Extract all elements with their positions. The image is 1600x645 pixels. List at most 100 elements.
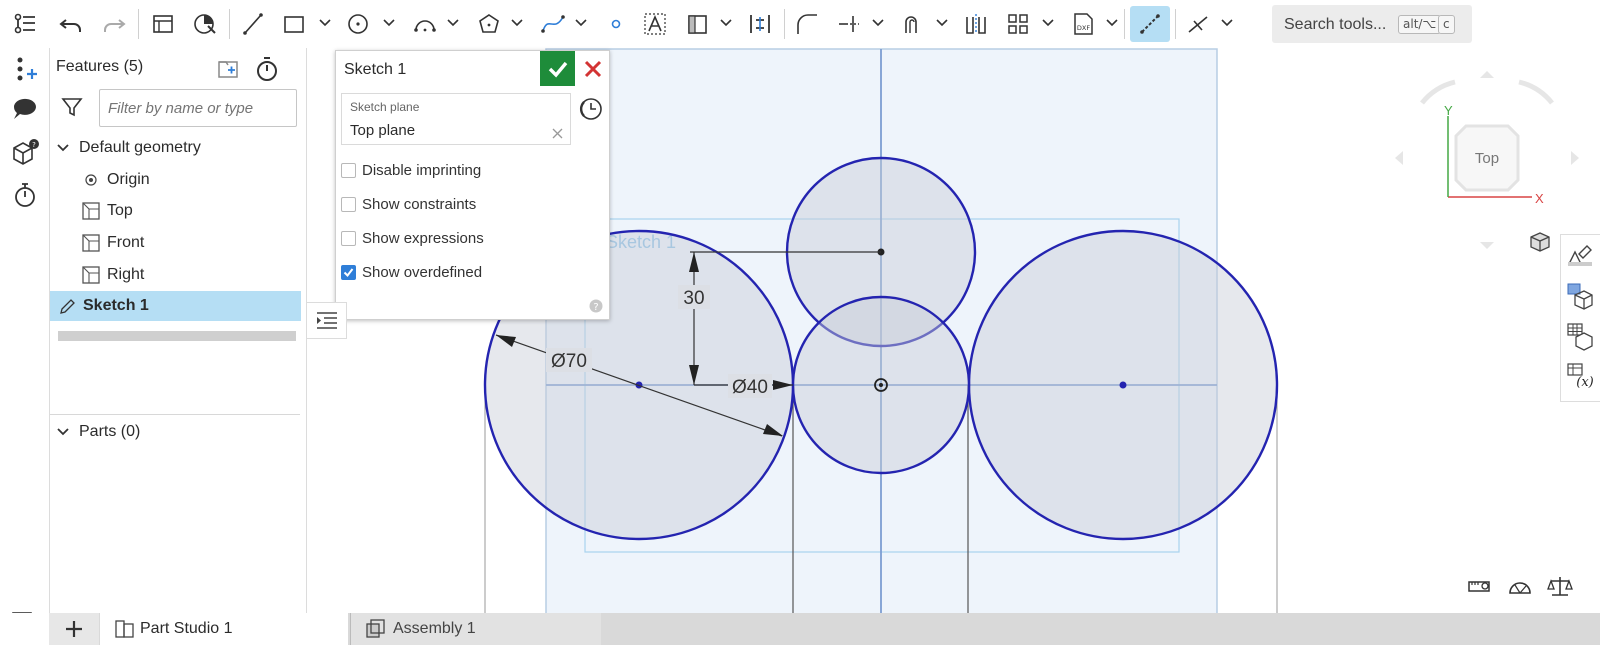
comment-icon[interactable]: [10, 94, 40, 124]
measure-tool-icon[interactable]: [1467, 573, 1493, 599]
use-icon[interactable]: [680, 7, 714, 41]
polygon-icon[interactable]: [472, 7, 506, 41]
redo-icon[interactable]: [97, 7, 131, 41]
accept-button[interactable]: [540, 51, 575, 86]
cancel-button[interactable]: [576, 51, 609, 86]
view-cube-rotate-left[interactable]: [1420, 79, 1456, 105]
snap-dropdown-chevron-icon[interactable]: [1220, 16, 1234, 30]
filter-icon[interactable]: [60, 95, 84, 119]
plane-icon: [82, 234, 100, 252]
add-folder-icon[interactable]: [216, 56, 242, 82]
variable-table-icon[interactable]: (x): [1565, 361, 1595, 391]
disable-imprinting-option[interactable]: Disable imprinting: [341, 159, 481, 181]
angle-measure-icon[interactable]: [1507, 573, 1533, 599]
tab-part-studio-1[interactable]: Part Studio 1: [100, 613, 348, 645]
rollback-timer-icon[interactable]: [10, 180, 40, 210]
use-dropdown-chevron-icon[interactable]: [719, 16, 733, 30]
tree-item-sketch-1[interactable]: Sketch 1: [50, 291, 301, 321]
chevron-down-icon[interactable]: [56, 425, 70, 439]
polygon-dropdown-chevron-icon[interactable]: [510, 16, 524, 30]
insert-feature-icon[interactable]: [10, 54, 40, 84]
spline-icon[interactable]: [536, 7, 570, 41]
rectangle-icon[interactable]: [277, 7, 311, 41]
dimension-d70-label[interactable]: Ø70: [551, 351, 587, 372]
disable-imprinting-checkbox[interactable]: [341, 162, 356, 178]
show-constraints-option[interactable]: Show constraints: [341, 193, 476, 215]
tree-item-label: Right: [107, 266, 145, 283]
search-tools-button[interactable]: Search tools... alt/⌥ c: [1272, 5, 1472, 43]
dxf-dropdown-chevron-icon[interactable]: [1105, 16, 1119, 30]
view-cube-menu-icon[interactable]: [1528, 230, 1552, 254]
trim-dropdown-chevron-icon[interactable]: [871, 16, 885, 30]
appearance-icon[interactable]: [1565, 240, 1595, 270]
tree-item-right[interactable]: Right: [50, 260, 300, 290]
point-icon[interactable]: [599, 7, 633, 41]
show-expressions-option[interactable]: Show expressions: [341, 227, 484, 249]
view-cube-rotate-right[interactable]: [1518, 79, 1554, 105]
arc-dropdown-chevron-icon[interactable]: [446, 16, 460, 30]
mass-properties-icon[interactable]: [1565, 281, 1595, 311]
circle-dropdown-chevron-icon[interactable]: [382, 16, 396, 30]
undo-icon[interactable]: [54, 7, 88, 41]
tree-item-origin[interactable]: Origin: [50, 165, 300, 195]
checkmark-icon: [548, 61, 567, 78]
pattern-dropdown-chevron-icon[interactable]: [1041, 16, 1055, 30]
default-geometry-group[interactable]: Default geometry: [50, 133, 300, 163]
rectangle-dropdown-chevron-icon[interactable]: [318, 16, 332, 30]
dxf-icon[interactable]: DXF: [1066, 7, 1100, 41]
show-constraints-checkbox[interactable]: [341, 196, 356, 212]
extrude-icon[interactable]: [188, 7, 222, 41]
rollback-stopwatch-icon[interactable]: [254, 55, 280, 83]
dimension-30-label[interactable]: 30: [683, 288, 704, 309]
new-sketch-icon[interactable]: [146, 7, 180, 41]
history-clock-icon[interactable]: [578, 96, 604, 122]
tree-item-top[interactable]: Top: [50, 196, 300, 226]
tab-assembly-1[interactable]: Assembly 1: [350, 613, 601, 645]
offset-icon[interactable]: [896, 7, 930, 41]
center-point[interactable]: [1119, 381, 1127, 389]
view-cube-down-arrow[interactable]: [1480, 242, 1494, 249]
circle-icon[interactable]: [341, 7, 375, 41]
view-cube[interactable]: Top X Y: [1395, 71, 1579, 249]
line-icon[interactable]: [236, 7, 270, 41]
spline-dropdown-chevron-icon[interactable]: [574, 16, 588, 30]
view-cube-label: Top: [1475, 150, 1499, 167]
feature-list-toggle-icon[interactable]: [8, 7, 42, 41]
view-cube-right-arrow[interactable]: [1571, 151, 1579, 165]
help-icon[interactable]: ?: [589, 299, 603, 313]
construction-icon[interactable]: [1130, 6, 1170, 42]
show-overdefined-option[interactable]: Show overdefined: [341, 261, 482, 283]
tree-item-label: Origin: [107, 171, 150, 188]
parts-group[interactable]: Parts (0): [50, 417, 300, 447]
x-axis-label: X: [1535, 191, 1544, 206]
text-icon[interactable]: [638, 7, 672, 41]
offset-dropdown-chevron-icon[interactable]: [935, 16, 949, 30]
trim-icon[interactable]: [832, 7, 866, 41]
chevron-down-icon[interactable]: [56, 141, 70, 155]
snap-icon[interactable]: [1181, 7, 1215, 41]
sketch-plane-field[interactable]: Sketch plane Top plane: [341, 93, 571, 145]
feature-filter-input[interactable]: [99, 89, 297, 127]
fillet-icon[interactable]: [790, 7, 824, 41]
mirror-icon[interactable]: [959, 7, 993, 41]
dimension-d40-label[interactable]: Ø40: [732, 377, 768, 398]
sketch-pencil-icon: [60, 299, 75, 314]
configurations-icon[interactable]: [1565, 321, 1595, 351]
pattern-icon[interactable]: [1001, 7, 1035, 41]
mass-balance-icon[interactable]: [1547, 573, 1573, 599]
view-cube-left-arrow[interactable]: [1395, 151, 1403, 165]
svg-text:DXF: DXF: [1077, 24, 1090, 32]
show-expressions-checkbox[interactable]: [341, 230, 356, 246]
align-icon[interactable]: [743, 7, 777, 41]
tree-item-front[interactable]: Front: [50, 228, 300, 258]
add-tab-button[interactable]: [49, 613, 99, 645]
option-label: Show constraints: [362, 195, 477, 213]
sketch-plane-value: Top plane: [350, 122, 416, 139]
view-cube-up-arrow[interactable]: [1480, 71, 1494, 78]
arc-icon[interactable]: [408, 7, 442, 41]
show-overdefined-checkbox[interactable]: [341, 264, 356, 280]
clear-plane-icon[interactable]: [552, 128, 563, 139]
feature-list-scrollbar[interactable]: [58, 331, 296, 341]
collapse-list-tab[interactable]: [307, 302, 347, 339]
part-properties-icon[interactable]: ?: [10, 138, 40, 168]
